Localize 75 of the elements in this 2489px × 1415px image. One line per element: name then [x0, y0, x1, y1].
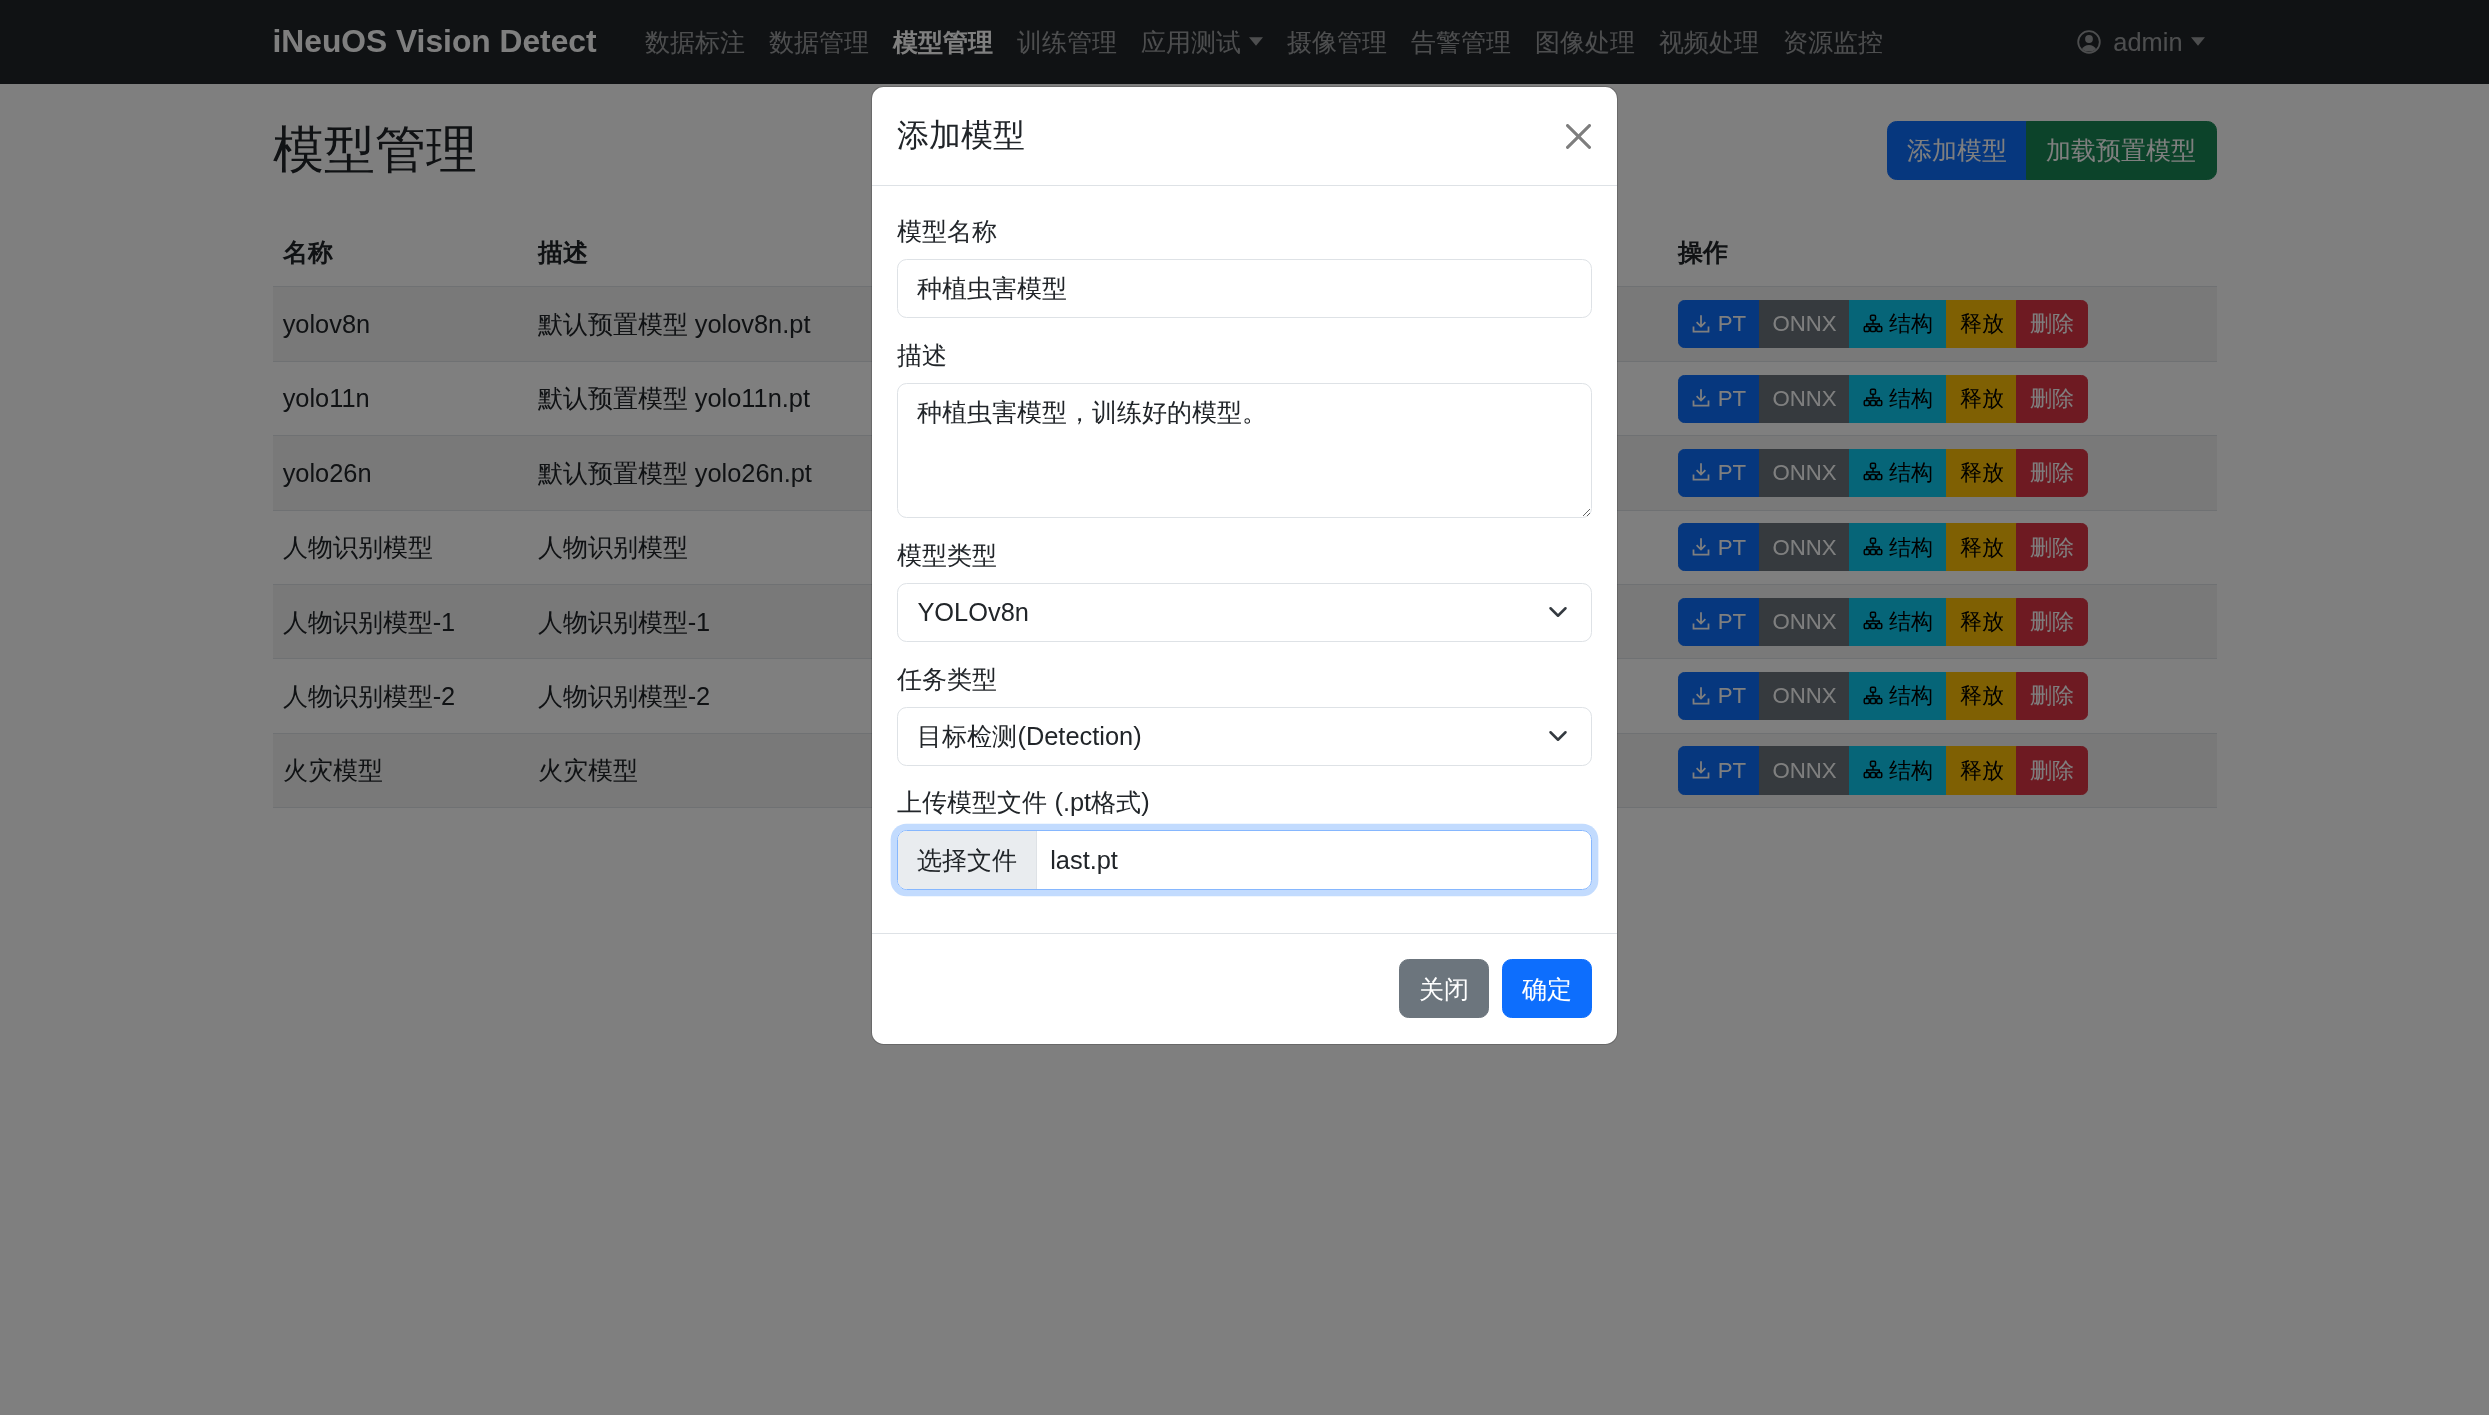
action-button[interactable]: 添加模型 — [1887, 120, 2028, 181]
hierarchy-icon — [1863, 685, 1884, 706]
row-action-button[interactable]: PT — [1677, 746, 1760, 795]
row-action-button[interactable]: PT — [1677, 672, 1760, 721]
row-action-button[interactable]: 结构 — [1849, 374, 1948, 423]
row-action-button[interactable]: 结构 — [1849, 523, 1948, 572]
row-action-button[interactable]: PT — [1677, 523, 1760, 572]
hierarchy-icon — [1863, 388, 1884, 409]
nav-link[interactable]: 模型管理 — [880, 22, 1005, 62]
hierarchy-icon — [1863, 313, 1884, 334]
download-icon — [1691, 611, 1712, 632]
table-cell: 人物识别模型 — [272, 510, 528, 585]
row-action-button[interactable]: 释放 — [1946, 374, 2018, 423]
hierarchy-icon — [1863, 611, 1884, 632]
table-cell: 人物识别模型-1 — [272, 584, 528, 659]
column-header: 操作 — [1667, 216, 2217, 287]
row-action-button[interactable]: 释放 — [1946, 523, 2018, 572]
row-action-button[interactable]: PT — [1677, 374, 1760, 423]
page-title: 模型管理 — [272, 120, 477, 180]
row-action-button[interactable]: 释放 — [1946, 597, 2018, 646]
row-action-button[interactable]: ONNX — [1758, 746, 1851, 795]
row-action-button[interactable]: ONNX — [1758, 597, 1851, 646]
brand-logo-text[interactable]: iNeuOS Vision Detect — [272, 18, 597, 66]
row-action-button[interactable]: 删除 — [2016, 746, 2088, 795]
row-action-button[interactable]: 释放 — [1946, 672, 2018, 721]
column-header: 名称 — [272, 216, 528, 287]
row-action-button[interactable]: ONNX — [1758, 448, 1851, 497]
table-cell: 人物识别模型-2 — [272, 658, 528, 734]
row-action-button[interactable]: ONNX — [1758, 672, 1851, 721]
row-action-button[interactable]: 删除 — [2016, 300, 2088, 349]
download-icon — [1691, 462, 1712, 483]
download-icon — [1691, 388, 1712, 409]
row-action-button[interactable]: 释放 — [1946, 300, 2018, 349]
modal-title: 添加模型 — [897, 116, 1026, 156]
download-icon — [1691, 536, 1712, 557]
row-action-button[interactable]: 结构 — [1849, 746, 1948, 795]
row-action-button[interactable]: PT — [1677, 300, 1760, 349]
file-name: last.pt — [1049, 844, 1119, 876]
select-field[interactable]: YOLOv8n — [897, 582, 1592, 642]
row-action-button[interactable]: 结构 — [1849, 672, 1948, 721]
select-field[interactable]: 目标检测(Detection) — [897, 706, 1592, 766]
row-action-button[interactable]: 结构 — [1849, 597, 1948, 646]
hierarchy-icon — [1863, 462, 1884, 483]
download-icon — [1691, 685, 1712, 706]
row-action-button[interactable]: 删除 — [2016, 672, 2088, 721]
text-input[interactable]: 种植虫害模型 — [897, 258, 1592, 318]
row-action-button[interactable]: 删除 — [2016, 374, 2088, 423]
row-action-button[interactable]: ONNX — [1758, 300, 1851, 349]
row-action-button[interactable]: 结构 — [1849, 448, 1948, 497]
field-label: 任务类型 — [897, 663, 998, 695]
table-cell: 火灾模型 — [272, 733, 528, 808]
action-button[interactable]: 加载预置模型 — [2026, 120, 2217, 181]
row-action-button[interactable]: 删除 — [2016, 448, 2088, 497]
row-action-button[interactable]: ONNX — [1758, 523, 1851, 572]
row-action-button[interactable]: 释放 — [1946, 448, 2018, 497]
hierarchy-icon — [1863, 536, 1884, 557]
field-label: 模型类型 — [897, 539, 998, 571]
row-action-button[interactable]: PT — [1677, 448, 1760, 497]
hierarchy-icon — [1863, 760, 1884, 781]
table-cell: yolo11n — [272, 361, 528, 436]
table-cell: yolov8n — [272, 286, 528, 362]
row-action-button[interactable]: 删除 — [2016, 597, 2088, 646]
download-icon — [1691, 760, 1712, 781]
textarea-field[interactable]: 种植虫害模型，训练好的模型。 — [897, 382, 1592, 518]
row-action-button[interactable]: ONNX — [1758, 374, 1851, 423]
dialog-button[interactable]: 确定 — [1501, 959, 1592, 1019]
table-cell: yolo26n — [272, 435, 528, 511]
row-action-button[interactable]: 删除 — [2016, 523, 2088, 572]
download-icon — [1691, 313, 1712, 334]
row-action-button[interactable]: 释放 — [1946, 746, 2018, 795]
dialog-button[interactable]: 关闭 — [1398, 959, 1489, 1019]
row-action-button[interactable]: PT — [1677, 597, 1760, 646]
field-label: 模型名称 — [897, 215, 998, 247]
choose-file-button[interactable]: 选择文件 — [898, 831, 1038, 889]
row-action-button[interactable]: 结构 — [1849, 300, 1948, 349]
